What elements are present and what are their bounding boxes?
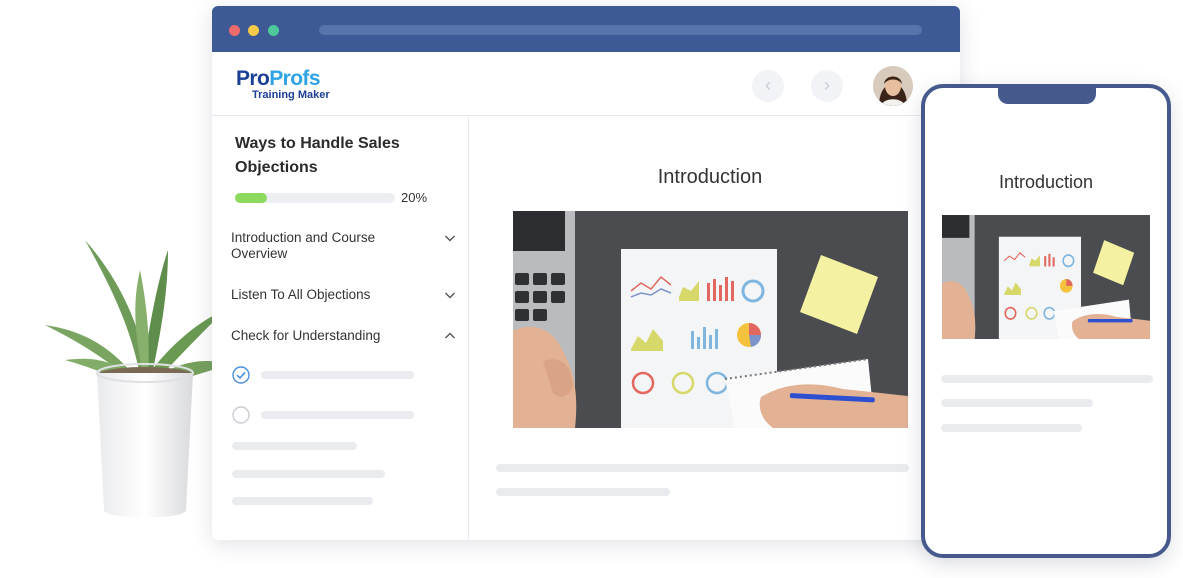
section-check-for-understanding[interactable]: Check for Understanding — [231, 328, 456, 344]
course-progress-bar — [235, 193, 395, 203]
logo-product-name: Training Maker — [252, 89, 330, 101]
app-header: ProProfs Training Maker ‹ › — [212, 52, 960, 116]
chevron-up-icon — [445, 332, 455, 339]
progress-fill — [235, 193, 267, 203]
mobile-lesson-title: Introduction — [998, 172, 1094, 192]
maximize-window-dot[interactable] — [268, 25, 279, 36]
lesson-content: Introduction — [470, 116, 960, 540]
proprofs-logo[interactable]: ProProfs Training Maker — [236, 68, 330, 101]
chevron-right-icon: › — [824, 75, 830, 95]
empty-circle-icon — [232, 406, 250, 424]
user-avatar[interactable] — [873, 66, 913, 106]
lesson-item-incomplete[interactable] — [232, 406, 442, 424]
mobile-lesson-image[interactable] — [942, 215, 1150, 339]
course-outline-sidebar: Ways to Handle Sales Objections 20% Intr… — [212, 116, 469, 540]
progress-percent-label: 20% — [401, 190, 428, 205]
lesson-image[interactable] — [513, 211, 908, 428]
text-placeholder — [941, 375, 1153, 383]
text-placeholder — [941, 399, 1093, 407]
chevron-down-icon — [445, 235, 455, 242]
section-listen-to-all-objections[interactable]: Listen To All Objections — [231, 287, 456, 303]
text-placeholder — [232, 442, 357, 450]
text-placeholder — [496, 488, 670, 496]
course-title: Ways to Handle Sales Objections — [235, 135, 400, 176]
lesson-title-placeholder — [261, 371, 414, 379]
browser-titlebar — [212, 6, 960, 52]
text-placeholder — [232, 470, 385, 478]
lesson-title: Introduction — [657, 166, 763, 188]
minimize-window-dot[interactable] — [248, 25, 259, 36]
browser-window: ProProfs Training Maker ‹ › Ways to Hand… — [212, 6, 960, 540]
next-button[interactable]: › — [811, 70, 843, 102]
checkmark-circle-icon — [232, 366, 250, 384]
previous-button[interactable]: ‹ — [752, 70, 784, 102]
lesson-item-completed[interactable] — [232, 366, 442, 384]
plant-illustration — [40, 225, 240, 555]
mobile-preview: Introduction — [921, 84, 1171, 558]
chevron-left-icon: ‹ — [765, 75, 771, 95]
chevron-down-icon — [445, 292, 455, 299]
phone-notch — [998, 84, 1096, 104]
section-label: Check for Understanding — [231, 328, 381, 343]
logo-name-part2: Profs — [269, 67, 320, 90]
close-window-dot[interactable] — [229, 25, 240, 36]
text-placeholder — [496, 464, 909, 472]
lesson-title-placeholder — [261, 411, 414, 419]
address-bar[interactable] — [319, 25, 922, 35]
section-introduction-and-course-overview[interactable]: Introduction and Course Overview — [231, 230, 456, 262]
section-label: Introduction and Course Overview — [231, 230, 376, 261]
logo-name-part1: Pro — [236, 67, 270, 90]
text-placeholder — [232, 497, 373, 505]
section-label: Listen To All Objections — [231, 287, 371, 302]
text-placeholder — [941, 424, 1082, 432]
